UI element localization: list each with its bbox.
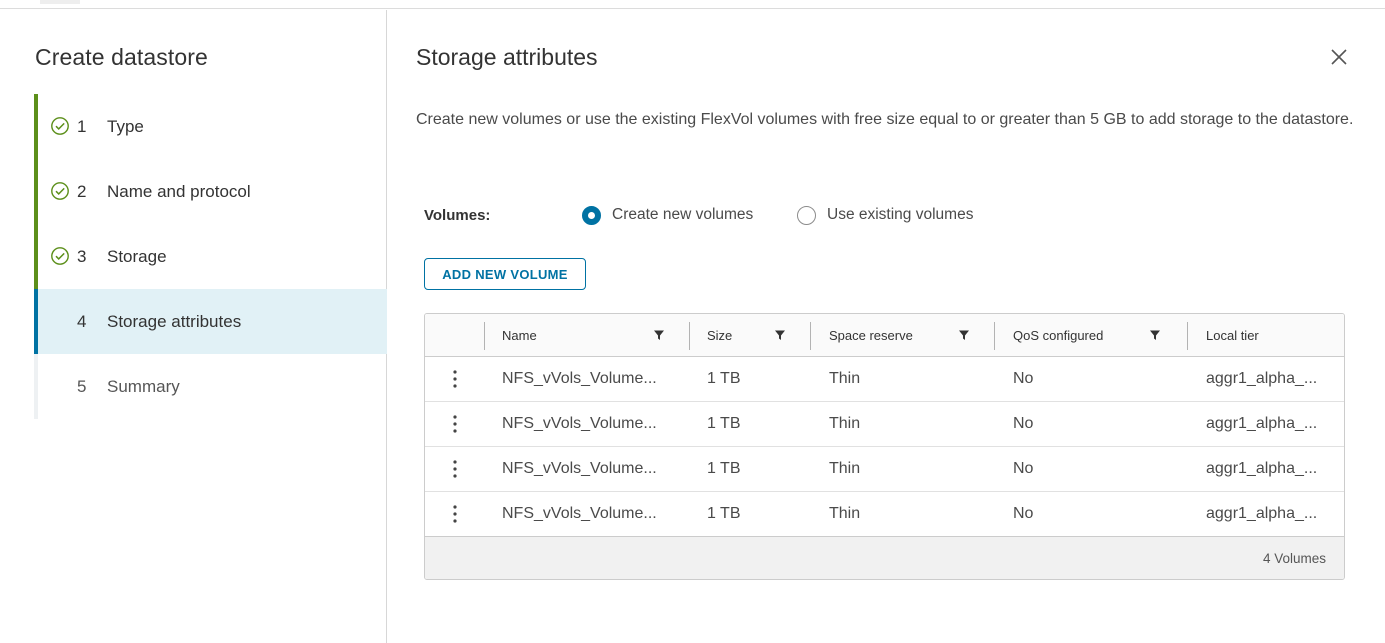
step-label: Type — [107, 116, 144, 136]
step-number: 1 — [77, 116, 87, 136]
filter-icon[interactable] — [1149, 329, 1161, 341]
step-number: 2 — [77, 181, 87, 201]
cell-local-tier: aggr1_alpha_... — [1206, 370, 1318, 387]
cell-size: 1 TB — [707, 370, 741, 387]
cell-local-tier: aggr1_alpha_... — [1206, 460, 1318, 477]
use-existing-volumes-option[interactable]: Use existing volumes — [797, 205, 974, 225]
radio-label: Use existing volumes — [827, 206, 974, 223]
column-header-qos-configured[interactable]: QoS configured — [1013, 314, 1103, 357]
filter-icon[interactable] — [774, 329, 786, 341]
table-row[interactable]: NFS_vVols_Volume... 1 TB Thin No aggr1_a… — [425, 402, 1344, 447]
wizard-title: Create datastore — [35, 44, 208, 70]
step-storage-attributes[interactable]: 4 Storage attributes — [34, 289, 387, 354]
cell-size: 1 TB — [707, 415, 741, 432]
row-actions-icon[interactable] — [445, 413, 465, 435]
column-header-name[interactable]: Name — [502, 314, 537, 357]
cell-qos: No — [1013, 370, 1034, 387]
radio-label: Create new volumes — [612, 206, 754, 223]
step-label: Storage — [107, 246, 167, 266]
radio-unselected[interactable] — [797, 205, 816, 225]
step-label: Name and protocol — [107, 181, 251, 201]
cell-qos: No — [1013, 460, 1034, 477]
cell-space-reserve: Thin — [829, 505, 861, 522]
cell-qos: No — [1013, 415, 1034, 432]
column-header-space-reserve[interactable]: Space reserve — [829, 314, 913, 357]
check-circle-icon — [51, 182, 69, 200]
cell-name: NFS_vVols_Volume... — [502, 370, 657, 387]
cell-local-tier: aggr1_alpha_... — [1206, 505, 1318, 522]
step-summary: 5 Summary — [34, 354, 387, 419]
table-row[interactable]: NFS_vVols_Volume... 1 TB Thin No aggr1_a… — [425, 447, 1344, 492]
create-new-volumes-option[interactable]: Create new volumes — [582, 205, 754, 225]
top-border — [0, 0, 1385, 9]
row-actions-icon[interactable] — [445, 503, 465, 525]
step-number: 3 — [77, 246, 87, 266]
filter-icon[interactable] — [958, 329, 970, 341]
cell-name: NFS_vVols_Volume... — [502, 460, 657, 477]
cell-space-reserve: Thin — [829, 460, 861, 477]
table-row[interactable]: NFS_vVols_Volume... 1 TB Thin No aggr1_a… — [425, 357, 1344, 402]
check-circle-icon — [51, 117, 69, 135]
cell-space-reserve: Thin — [829, 370, 861, 387]
cell-qos: No — [1013, 505, 1034, 522]
step-number: 5 — [77, 376, 87, 396]
table-header: Name Size Space reserve QoS configured L… — [425, 314, 1344, 357]
cell-name: NFS_vVols_Volume... — [502, 415, 657, 432]
add-new-volume-button[interactable]: ADD NEW VOLUME — [424, 258, 586, 290]
volume-count: 4 Volumes — [1262, 551, 1326, 566]
wizard-steps: 1 Type 2 Name and protocol 3 Storage 4 S… — [34, 94, 387, 419]
step-storage[interactable]: 3 Storage — [34, 224, 387, 289]
table-row[interactable]: NFS_vVols_Volume... 1 TB Thin No aggr1_a… — [425, 492, 1344, 537]
step-label: Summary — [107, 376, 180, 396]
filter-icon[interactable] — [653, 329, 665, 341]
step-number: 4 — [77, 311, 87, 331]
row-actions-icon[interactable] — [445, 458, 465, 480]
cell-space-reserve: Thin — [829, 415, 861, 432]
close-icon[interactable] — [1326, 44, 1352, 70]
check-circle-icon — [51, 247, 69, 265]
cell-size: 1 TB — [707, 460, 741, 477]
step-name-and-protocol[interactable]: 2 Name and protocol — [34, 159, 387, 224]
volumes-table: Name Size Space reserve QoS configured L… — [424, 313, 1345, 580]
volumes-label: Volumes: — [424, 206, 491, 224]
page-title: Storage attributes — [416, 44, 598, 70]
description-text: Create new volumes or use the existing F… — [416, 111, 1354, 128]
cell-size: 1 TB — [707, 505, 741, 522]
cell-local-tier: aggr1_alpha_... — [1206, 415, 1318, 432]
cell-name: NFS_vVols_Volume... — [502, 505, 657, 522]
column-header-size[interactable]: Size — [707, 314, 732, 357]
column-header-local-tier[interactable]: Local tier — [1206, 314, 1259, 357]
step-label: Storage attributes — [107, 311, 242, 331]
table-footer: 4 Volumes — [425, 536, 1344, 579]
step-type[interactable]: 1 Type — [34, 94, 387, 159]
radio-selected[interactable] — [582, 205, 601, 225]
row-actions-icon[interactable] — [445, 368, 465, 390]
volumes-radio-group: Volumes: Create new volumes Use existing… — [424, 203, 1024, 227]
